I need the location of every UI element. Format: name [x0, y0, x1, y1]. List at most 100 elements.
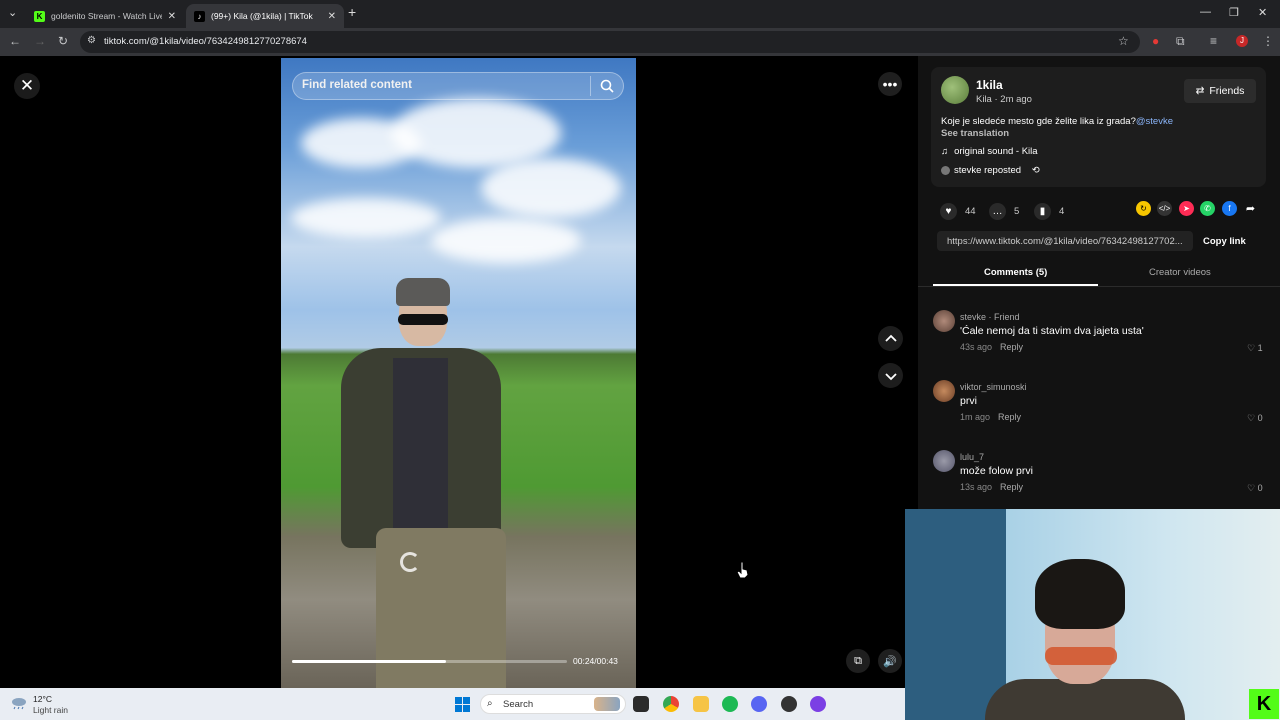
tab-tiktok[interactable]: ♪ (99+) Kila (@1kila) | TikTok ✕	[186, 4, 344, 28]
comment-username[interactable]: stevke · Friend	[960, 312, 1020, 322]
repost-share-icon[interactable]: ↻	[1136, 201, 1151, 216]
weather-temperature[interactable]: 12°C	[33, 694, 52, 704]
close-tab-icon[interactable]: ✕	[328, 11, 336, 22]
comment-like-button[interactable]: ♡ 0	[1247, 483, 1263, 494]
comment-button[interactable]: … 5	[989, 203, 1019, 220]
url-text[interactable]: tiktok.com/@1kila/video/7634249812770278…	[104, 36, 307, 47]
tab-kick[interactable]: K goldenito Stream - Watch Live ✕	[26, 4, 184, 28]
search-highlight-icon	[594, 697, 620, 711]
comment-like-button[interactable]: ♡ 1	[1247, 343, 1263, 354]
tab-divider	[918, 286, 1280, 287]
comment-username[interactable]: lulu_7	[960, 452, 984, 462]
sound-name: original sound - Kila	[954, 146, 1038, 157]
video-progress-bar[interactable]	[292, 660, 567, 663]
see-translation-link[interactable]: See translation	[941, 128, 1009, 139]
friends-swap-icon: ⇄	[1195, 85, 1205, 97]
discord-icon[interactable]	[751, 696, 767, 712]
whatsapp-icon[interactable]: ✆	[1200, 201, 1215, 216]
friends-button[interactable]: ⇄ Friends	[1184, 79, 1256, 103]
video-progress-fill	[292, 660, 446, 663]
video-player[interactable]	[281, 58, 636, 688]
comment-meta: 13s ago Reply	[960, 482, 1023, 492]
tab-search-icon[interactable]: ⌄	[8, 6, 17, 19]
copy-link-button[interactable]: Copy link	[1203, 236, 1246, 247]
windows-taskbar	[0, 688, 905, 720]
next-video-button[interactable]	[878, 363, 903, 388]
comment-avatar[interactable]	[933, 310, 955, 332]
taskbar-search-input[interactable]: Search	[503, 699, 533, 710]
sound-link[interactable]: ♫ original sound - Kila	[941, 146, 1038, 157]
friends-label: Friends	[1209, 85, 1245, 97]
share-icon[interactable]: ➦	[1243, 201, 1258, 216]
repost-info[interactable]: stevke reposted ⟲	[941, 165, 1040, 176]
heart-outline-icon: ♡	[1247, 413, 1256, 423]
search-input[interactable]: Find related content	[302, 79, 412, 91]
bookmark-star-icon[interactable]: ☆	[1118, 34, 1129, 48]
music-note-icon: ♫	[941, 146, 949, 157]
windows-start-icon[interactable]	[455, 697, 470, 712]
author-nickname-time: Kila · 2m ago	[976, 94, 1032, 105]
reload-icon[interactable]: ↻	[58, 34, 68, 48]
post-link: https://www.tiktok.com/@1kila/video/7634…	[947, 236, 1183, 247]
media-control-icon[interactable]: ≡	[1210, 34, 1217, 48]
heart-icon: ♥	[940, 203, 957, 220]
comment-avatar[interactable]	[933, 450, 955, 472]
reply-button[interactable]: Reply	[1000, 482, 1023, 492]
new-tab-button[interactable]: +	[348, 4, 356, 20]
volume-button[interactable]: 🔊	[878, 649, 902, 673]
repost-text: stevke reposted	[954, 165, 1022, 176]
maximize-icon[interactable]: ❐	[1229, 6, 1239, 19]
weather-rain-icon[interactable]	[10, 696, 28, 710]
obs-icon[interactable]	[781, 696, 797, 712]
comment-like-button[interactable]: ♡ 0	[1247, 413, 1263, 424]
search-icon[interactable]	[599, 78, 615, 94]
close-window-icon[interactable]: ✕	[1258, 6, 1267, 19]
comment-meta: 1m ago Reply	[960, 412, 1021, 422]
mention-link[interactable]: @stevke	[1136, 116, 1173, 127]
search-divider	[590, 76, 591, 96]
embed-icon[interactable]: </>	[1157, 201, 1172, 216]
comment-text: može folow prvi	[960, 465, 1033, 477]
author-username[interactable]: 1kila	[976, 78, 1003, 92]
close-video-button[interactable]: ✕	[14, 73, 40, 99]
extensions-puzzle-icon[interactable]: ⧉	[1176, 34, 1185, 49]
comment-like-count: 1	[1257, 343, 1263, 353]
site-info-icon[interactable]: ⚙	[87, 35, 96, 46]
back-icon[interactable]: ←	[9, 34, 21, 48]
extension-icon[interactable]: ●	[1152, 34, 1159, 48]
weather-condition[interactable]: Light rain	[33, 705, 68, 715]
task-view-icon[interactable]	[633, 696, 649, 712]
profile-avatar-icon[interactable]: J	[1236, 35, 1248, 47]
save-button[interactable]: ▮ 4	[1034, 203, 1064, 220]
tab-comments[interactable]: Comments (5)	[984, 267, 1047, 278]
browser-menu-icon[interactable]: ⋮	[1262, 34, 1274, 48]
heart-outline-icon: ♡	[1247, 343, 1256, 353]
bookmark-icon: ▮	[1034, 203, 1051, 220]
facebook-icon[interactable]: f	[1222, 201, 1237, 216]
tab-creator-videos[interactable]: Creator videos	[1149, 267, 1211, 278]
send-icon[interactable]: ➤	[1179, 201, 1194, 216]
kick-icon: K	[34, 10, 45, 22]
file-explorer-icon[interactable]	[693, 696, 709, 712]
taskbar-search-icon: ⌕	[487, 698, 493, 709]
like-count: 44	[965, 206, 976, 217]
spotify-icon[interactable]	[722, 696, 738, 712]
comment-username[interactable]: viktor_simunoski	[960, 382, 1027, 392]
more-options-button[interactable]: •••	[878, 72, 902, 96]
minimize-icon[interactable]: —	[1200, 6, 1211, 18]
chevron-down-icon	[884, 372, 897, 380]
comment-avatar[interactable]	[933, 380, 955, 402]
forward-icon[interactable]: →	[34, 34, 46, 48]
close-tab-icon[interactable]: ✕	[168, 11, 176, 22]
chrome-icon[interactable]	[663, 696, 679, 712]
reply-button[interactable]: Reply	[998, 412, 1021, 422]
app-icon[interactable]	[810, 696, 826, 712]
previous-video-button[interactable]	[878, 326, 903, 351]
author-avatar[interactable]	[941, 76, 969, 104]
hand-cursor-icon	[736, 561, 749, 579]
floating-player-button[interactable]: ⧉	[846, 649, 870, 673]
screen: ⌄ K goldenito Stream - Watch Live ✕ ♪ (9…	[0, 0, 1280, 720]
comment-time: 13s ago	[960, 482, 993, 492]
reply-button[interactable]: Reply	[1000, 342, 1023, 352]
like-button[interactable]: ♥ 44	[940, 203, 976, 220]
